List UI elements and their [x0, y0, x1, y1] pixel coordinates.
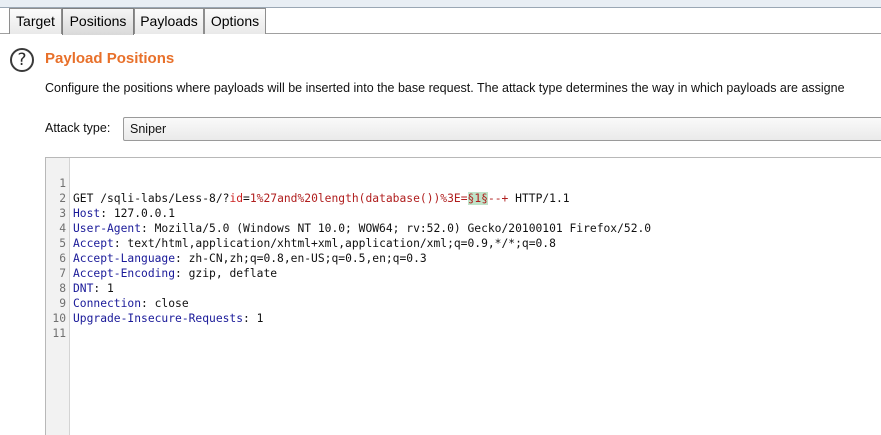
header-line: 4 Accept: text/html,application/xhtml+xm… — [46, 206, 556, 250]
empty-line: 11 — [46, 311, 87, 340]
header-value: : Mozilla/5.0 (Windows NT 10.0; WOW64; r… — [141, 222, 652, 235]
header-line: 5 Accept-Language: zh-CN,zh;q=0.8,en-US;… — [46, 221, 427, 265]
help-circle-icon[interactable]: ? — [10, 48, 34, 72]
header-key: Upgrade-Insecure-Requests — [73, 312, 244, 325]
positions-panel: ? Payload Positions Configure the positi… — [0, 35, 881, 435]
header-value: : 1 — [93, 282, 114, 295]
header-line: 9 Upgrade-Insecure-Requests: 1 — [46, 281, 263, 325]
attack-type-select[interactable]: Sniper — [123, 117, 881, 141]
header-line: 7 DNT: 1 — [46, 251, 114, 295]
query-tail: --+ — [487, 192, 509, 205]
section-description: Configure the positions where payloads w… — [45, 81, 845, 95]
payload-position[interactable]: §1§ — [467, 192, 488, 205]
header-value: : text/html,application/xhtml+xml,applic… — [113, 237, 556, 250]
query-param-name: id — [229, 192, 244, 205]
header-value: : 127.0.0.1 — [100, 207, 176, 220]
tab-positions[interactable]: Positions — [62, 8, 134, 35]
window-top-strip — [0, 0, 881, 8]
tab-target[interactable]: Target — [9, 8, 62, 34]
section-title: Payload Positions — [45, 50, 175, 67]
header-value: : zh-CN,zh;q=0.8,en-US;q=0.5,en;q=0.3 — [175, 252, 427, 265]
header-line: 3 User-Agent: Mozilla/5.0 (Windows NT 10… — [46, 191, 651, 235]
tab-payloads[interactable]: Payloads — [134, 8, 204, 34]
attack-type-label: Attack type: — [45, 121, 111, 135]
payload-marker-close: § — [481, 192, 488, 205]
line-number: 11 — [52, 327, 66, 340]
http-protocol: HTTP/1.1 — [508, 192, 570, 205]
query-equals: = — [243, 192, 250, 205]
empty-line: 10 — [46, 296, 87, 325]
request-method-path: GET /sqli-labs/Less-8/? — [73, 192, 230, 205]
header-line: 2 Host: 127.0.0.1 — [46, 176, 175, 220]
request-line: 1 GET /sqli-labs/Less-8/?id=1%27and%20le… — [46, 161, 570, 205]
header-value: : 1 — [243, 312, 264, 325]
header-line: 6 Accept-Encoding: gzip, deflate — [46, 236, 277, 280]
request-editor[interactable]: 1 GET /sqli-labs/Less-8/?id=1%27and%20le… — [45, 157, 881, 435]
query-param-value: 1%27and%20length(database())%3E= — [249, 192, 468, 205]
header-value: : close — [141, 297, 189, 310]
header-key: Accept-Encoding — [73, 267, 176, 280]
header-value: : gzip, deflate — [175, 267, 278, 280]
header-key: Accept-Language — [73, 252, 176, 265]
tab-options[interactable]: Options — [204, 8, 266, 34]
tab-bar: Target Positions Payloads Options — [0, 8, 881, 35]
header-line: 8 Connection: close — [46, 266, 188, 310]
